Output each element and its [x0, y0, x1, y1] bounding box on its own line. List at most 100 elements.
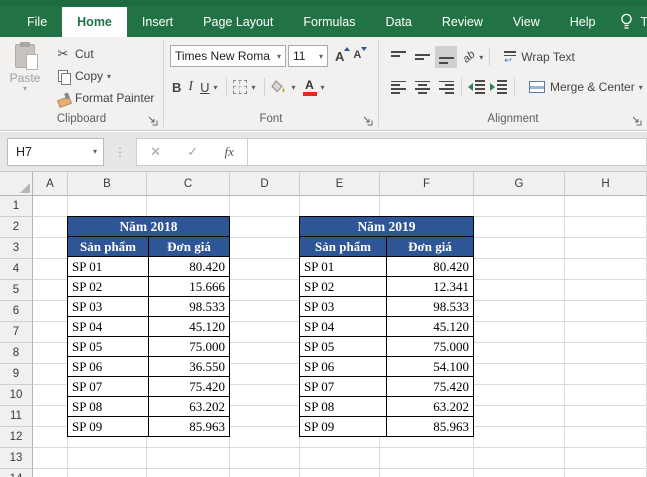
- price-cell[interactable]: 75.000: [149, 337, 230, 357]
- grid-cell-d13[interactable]: [230, 448, 300, 469]
- product-cell[interactable]: SP 05: [300, 337, 387, 357]
- grid-cell-a6[interactable]: [33, 301, 68, 322]
- grid-cell-g2[interactable]: [474, 217, 565, 238]
- grid-cell-a11[interactable]: [33, 406, 68, 427]
- grid-cell-g12[interactable]: [474, 427, 565, 448]
- grid-cell-g5[interactable]: [474, 280, 565, 301]
- price-cell[interactable]: 80.420: [387, 257, 474, 277]
- grid-cell-d12[interactable]: [230, 427, 300, 448]
- price-cell[interactable]: 85.963: [387, 417, 474, 437]
- grid-cell-h12[interactable]: [565, 427, 647, 448]
- price-cell[interactable]: 63.202: [387, 397, 474, 417]
- tell-me-box[interactable]: Tell me w: [620, 7, 647, 37]
- product-cell[interactable]: SP 04: [68, 317, 149, 337]
- price-cell[interactable]: 36.550: [149, 357, 230, 377]
- grid-cell-d1[interactable]: [230, 196, 300, 217]
- product-cell[interactable]: SP 09: [300, 417, 387, 437]
- table-title-cell[interactable]: Năm 2018: [68, 217, 230, 237]
- decrease-indent-button[interactable]: [468, 80, 485, 93]
- grid-cell-h1[interactable]: [565, 196, 647, 217]
- enter-icon[interactable]: ✓: [187, 144, 198, 160]
- grid-cell-g11[interactable]: [474, 406, 565, 427]
- column-header-a[interactable]: A: [33, 172, 68, 196]
- format-painter-button[interactable]: Format Painter: [54, 87, 154, 109]
- grid-cell-h11[interactable]: [565, 406, 647, 427]
- grid-cell-g13[interactable]: [474, 448, 565, 469]
- product-cell[interactable]: SP 01: [68, 257, 149, 277]
- table-title-cell[interactable]: Năm 2019: [300, 217, 474, 237]
- grid-cell-g14[interactable]: [474, 469, 565, 477]
- row-header-4[interactable]: 4: [0, 259, 33, 280]
- grid-cell-a14[interactable]: [33, 469, 68, 477]
- row-header-6[interactable]: 6: [0, 301, 33, 322]
- price-cell[interactable]: 98.533: [149, 297, 230, 317]
- tab-file[interactable]: File: [12, 7, 62, 37]
- price-cell[interactable]: 15.666: [149, 277, 230, 297]
- grid-cell-b14[interactable]: [68, 469, 147, 477]
- grid-cell-d2[interactable]: [230, 217, 300, 238]
- product-cell[interactable]: SP 06: [68, 357, 149, 377]
- alignment-dialog-launcher-icon[interactable]: [631, 115, 642, 126]
- row-header-5[interactable]: 5: [0, 280, 33, 301]
- orientation-button[interactable]: ab ▾: [463, 51, 483, 63]
- grid-cell-d6[interactable]: [230, 301, 300, 322]
- grid-cell-e1[interactable]: [300, 196, 380, 217]
- align-left-button[interactable]: [387, 76, 409, 98]
- grid-cell-h13[interactable]: [565, 448, 647, 469]
- grid-cell-b13[interactable]: [68, 448, 147, 469]
- tab-formulas[interactable]: Formulas: [288, 7, 370, 37]
- column-header-f[interactable]: F: [380, 172, 474, 196]
- tab-view[interactable]: View: [498, 7, 555, 37]
- grid-cell-g6[interactable]: [474, 301, 565, 322]
- product-cell[interactable]: SP 01: [300, 257, 387, 277]
- price-cell[interactable]: 80.420: [149, 257, 230, 277]
- grid-cell-f13[interactable]: [380, 448, 474, 469]
- align-center-button[interactable]: [411, 76, 433, 98]
- column-header-b[interactable]: B: [68, 172, 147, 196]
- column-header-c[interactable]: C: [147, 172, 230, 196]
- price-cell[interactable]: 12.341: [387, 277, 474, 297]
- formula-input[interactable]: [248, 138, 647, 166]
- grid-cell-d3[interactable]: [230, 238, 300, 259]
- product-cell[interactable]: SP 07: [68, 377, 149, 397]
- font-name-combo[interactable]: Times New Roma ▾: [170, 45, 286, 67]
- italic-button[interactable]: I: [188, 79, 193, 95]
- product-cell[interactable]: SP 03: [300, 297, 387, 317]
- borders-button[interactable]: ▾: [233, 80, 255, 94]
- grid-cell-h14[interactable]: [565, 469, 647, 477]
- align-right-button[interactable]: [435, 76, 457, 98]
- grid-cell-e14[interactable]: [300, 469, 380, 477]
- grid-cell-a4[interactable]: [33, 259, 68, 280]
- grid-cell-a1[interactable]: [33, 196, 68, 217]
- table-header-cell[interactable]: Đơn giá: [387, 237, 474, 257]
- price-cell[interactable]: 75.420: [149, 377, 230, 397]
- column-header-e[interactable]: E: [300, 172, 380, 196]
- increase-indent-button[interactable]: [490, 80, 507, 93]
- wrap-text-button[interactable]: ↩ Wrap Text: [504, 50, 575, 64]
- grid-cell-a9[interactable]: [33, 364, 68, 385]
- price-cell[interactable]: 85.963: [149, 417, 230, 437]
- row-header-12[interactable]: 12: [0, 427, 33, 448]
- row-header-11[interactable]: 11: [0, 406, 33, 427]
- table-header-cell[interactable]: Sản phẩm: [68, 237, 149, 257]
- table-header-cell[interactable]: Đơn giá: [149, 237, 230, 257]
- underline-button[interactable]: U ▾: [200, 80, 217, 95]
- grid-cell-g3[interactable]: [474, 238, 565, 259]
- product-cell[interactable]: SP 06: [300, 357, 387, 377]
- cut-button[interactable]: ✂ Cut: [54, 43, 154, 65]
- font-size-combo[interactable]: 11 ▾: [288, 45, 328, 67]
- grid-cell-d11[interactable]: [230, 406, 300, 427]
- font-color-button[interactable]: A ▾: [303, 79, 325, 96]
- product-cell[interactable]: SP 02: [300, 277, 387, 297]
- grid-cell-g4[interactable]: [474, 259, 565, 280]
- grid-cell-a10[interactable]: [33, 385, 68, 406]
- grid-cell-a5[interactable]: [33, 280, 68, 301]
- row-header-7[interactable]: 7: [0, 322, 33, 343]
- row-header-10[interactable]: 10: [0, 385, 33, 406]
- grid-cell-a13[interactable]: [33, 448, 68, 469]
- grid-cell-d4[interactable]: [230, 259, 300, 280]
- grid-cell-g9[interactable]: [474, 364, 565, 385]
- grid-cell-g10[interactable]: [474, 385, 565, 406]
- column-header-h[interactable]: H: [565, 172, 647, 196]
- bottom-align-button[interactable]: [435, 46, 457, 68]
